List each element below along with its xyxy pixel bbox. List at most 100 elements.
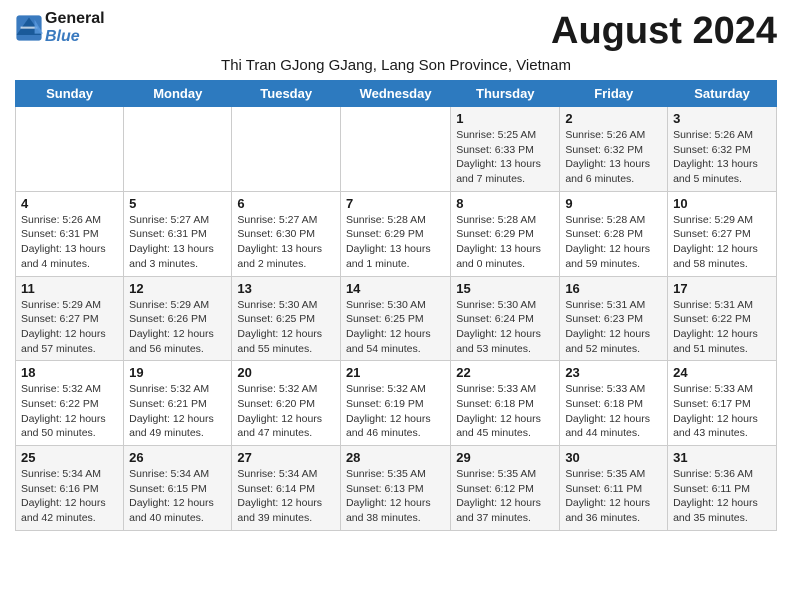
logo-icon <box>15 14 43 42</box>
calendar-cell: 21 Sunrise: 5:32 AMSunset: 6:19 PMDayligh… <box>340 361 450 446</box>
day-number: 8 <box>456 196 554 211</box>
week-row-3: 11Sunrise: 5:29 AMSunset: 6:27 PMDayligh… <box>16 276 777 361</box>
day-info: Sunrise: 5:25 AMSunset: 6:33 PMDaylight:… <box>456 128 554 187</box>
weekday-header-row: SundayMondayTuesdayWednesdayThursdayFrid… <box>16 81 777 107</box>
calendar-cell: 26 Sunrise: 5:34 AMSunset: 6:15 PMDayligh… <box>124 446 232 531</box>
day-info: Sunrise: 5:33 AMSunset: 6:17 PMDaylight:… <box>673 382 771 441</box>
month-title: August 2024 <box>551 10 777 53</box>
page-container: General Blue August 2024 Thi Tran GJong … <box>15 10 777 531</box>
calendar-cell: 29 Sunrise: 5:35 AMSunset: 6:12 PMDayligh… <box>451 446 560 531</box>
day-info: Sunrise: 5:26 AMSunset: 6:32 PMDaylight:… <box>673 128 771 187</box>
day-info: Sunrise: 5:31 AMSunset: 6:22 PMDaylight:… <box>673 298 771 357</box>
day-number: 12 <box>129 281 226 296</box>
day-info: Sunrise: 5:33 AMSunset: 6:18 PMDaylight:… <box>565 382 662 441</box>
day-info: Sunrise: 5:28 AMSunset: 6:29 PMDaylight:… <box>346 213 445 272</box>
day-info: Sunrise: 5:36 AMSunset: 6:11 PMDaylight:… <box>673 467 771 526</box>
weekday-header-sunday: Sunday <box>16 81 124 107</box>
day-number: 21 <box>346 365 445 380</box>
day-number: 31 <box>673 450 771 465</box>
day-number: 20 <box>237 365 335 380</box>
day-info: Sunrise: 5:33 AMSunset: 6:18 PMDaylight:… <box>456 382 554 441</box>
calendar-cell: 14 Sunrise: 5:30 AMSunset: 6:25 PMDayligh… <box>340 276 450 361</box>
day-number: 26 <box>129 450 226 465</box>
logo-text: General Blue <box>45 10 105 45</box>
day-info: Sunrise: 5:29 AMSunset: 6:27 PMDaylight:… <box>673 213 771 272</box>
day-number: 7 <box>346 196 445 211</box>
weekday-header-monday: Monday <box>124 81 232 107</box>
day-info: Sunrise: 5:35 AMSunset: 6:13 PMDaylight:… <box>346 467 445 526</box>
day-number: 2 <box>565 111 662 126</box>
calendar-cell: 31 Sunrise: 5:36 AMSunset: 6:11 PMDayligh… <box>668 446 777 531</box>
calendar-cell: 28 Sunrise: 5:35 AMSunset: 6:13 PMDayligh… <box>340 446 450 531</box>
calendar-header: SundayMondayTuesdayWednesdayThursdayFrid… <box>16 81 777 107</box>
calendar-cell: 7 Sunrise: 5:28 AMSunset: 6:29 PMDaylight… <box>340 191 450 276</box>
calendar-cell: 12 Sunrise: 5:29 AMSunset: 6:26 PMDayligh… <box>124 276 232 361</box>
calendar-cell: 19 Sunrise: 5:32 AMSunset: 6:21 PMDayligh… <box>124 361 232 446</box>
calendar-cell: 13 Sunrise: 5:30 AMSunset: 6:25 PMDayligh… <box>232 276 341 361</box>
day-info: Sunrise: 5:28 AMSunset: 6:29 PMDaylight:… <box>456 213 554 272</box>
calendar-cell <box>340 107 450 192</box>
day-number: 13 <box>237 281 335 296</box>
day-info: Sunrise: 5:30 AMSunset: 6:25 PMDaylight:… <box>346 298 445 357</box>
day-info: Sunrise: 5:32 AMSunset: 6:19 PMDaylight:… <box>346 382 445 441</box>
day-number: 22 <box>456 365 554 380</box>
calendar-cell: 9Sunrise: 5:28 AMSunset: 6:28 PMDaylight… <box>560 191 668 276</box>
weekday-header-friday: Friday <box>560 81 668 107</box>
day-number: 1 <box>456 111 554 126</box>
weekday-header-wednesday: Wednesday <box>340 81 450 107</box>
day-info: Sunrise: 5:32 AMSunset: 6:22 PMDaylight:… <box>21 382 118 441</box>
day-info: Sunrise: 5:31 AMSunset: 6:23 PMDaylight:… <box>565 298 662 357</box>
calendar-cell: 4Sunrise: 5:26 AMSunset: 6:31 PMDaylight… <box>16 191 124 276</box>
day-info: Sunrise: 5:26 AMSunset: 6:31 PMDaylight:… <box>21 213 118 272</box>
calendar-cell: 22 Sunrise: 5:33 AMSunset: 6:18 PMDayligh… <box>451 361 560 446</box>
week-row-2: 4Sunrise: 5:26 AMSunset: 6:31 PMDaylight… <box>16 191 777 276</box>
day-number: 16 <box>565 281 662 296</box>
day-number: 14 <box>346 281 445 296</box>
week-row-4: 18 Sunrise: 5:32 AMSunset: 6:22 PMDayligh… <box>16 361 777 446</box>
calendar-cell: 20Sunrise: 5:32 AMSunset: 6:20 PMDayligh… <box>232 361 341 446</box>
day-number: 9 <box>565 196 662 211</box>
day-number: 27 <box>237 450 335 465</box>
calendar-cell: 25Sunrise: 5:34 AMSunset: 6:16 PMDayligh… <box>16 446 124 531</box>
day-number: 23 <box>565 365 662 380</box>
week-row-1: 1 Sunrise: 5:25 AMSunset: 6:33 PMDaylight… <box>16 107 777 192</box>
day-info: Sunrise: 5:34 AMSunset: 6:16 PMDaylight:… <box>21 467 118 526</box>
day-number: 19 <box>129 365 226 380</box>
calendar-cell: 17 Sunrise: 5:31 AMSunset: 6:22 PMDayligh… <box>668 276 777 361</box>
day-number: 29 <box>456 450 554 465</box>
calendar-cell <box>16 107 124 192</box>
day-number: 3 <box>673 111 771 126</box>
calendar-cell: 2 Sunrise: 5:26 AMSunset: 6:32 PMDaylight… <box>560 107 668 192</box>
day-info: Sunrise: 5:30 AMSunset: 6:25 PMDaylight:… <box>237 298 335 357</box>
calendar-cell: 6 Sunrise: 5:27 AMSunset: 6:30 PMDaylight… <box>232 191 341 276</box>
day-number: 6 <box>237 196 335 211</box>
day-info: Sunrise: 5:34 AMSunset: 6:14 PMDaylight:… <box>237 467 335 526</box>
day-number: 18 <box>21 365 118 380</box>
calendar-cell: 18 Sunrise: 5:32 AMSunset: 6:22 PMDayligh… <box>16 361 124 446</box>
calendar-cell: 16 Sunrise: 5:31 AMSunset: 6:23 PMDayligh… <box>560 276 668 361</box>
day-number: 30 <box>565 450 662 465</box>
calendar-cell: 23 Sunrise: 5:33 AMSunset: 6:18 PMDayligh… <box>560 361 668 446</box>
calendar-cell <box>124 107 232 192</box>
weekday-header-tuesday: Tuesday <box>232 81 341 107</box>
day-info: Sunrise: 5:27 AMSunset: 6:30 PMDaylight:… <box>237 213 335 272</box>
day-info: Sunrise: 5:34 AMSunset: 6:15 PMDaylight:… <box>129 467 226 526</box>
day-number: 15 <box>456 281 554 296</box>
day-info: Sunrise: 5:29 AMSunset: 6:26 PMDaylight:… <box>129 298 226 357</box>
day-number: 17 <box>673 281 771 296</box>
day-number: 28 <box>346 450 445 465</box>
logo-general: General <box>45 10 105 27</box>
day-info: Sunrise: 5:27 AMSunset: 6:31 PMDaylight:… <box>129 213 226 272</box>
day-info: Sunrise: 5:30 AMSunset: 6:24 PMDaylight:… <box>456 298 554 357</box>
day-info: Sunrise: 5:26 AMSunset: 6:32 PMDaylight:… <box>565 128 662 187</box>
day-info: Sunrise: 5:35 AMSunset: 6:12 PMDaylight:… <box>456 467 554 526</box>
calendar-body: 1 Sunrise: 5:25 AMSunset: 6:33 PMDaylight… <box>16 107 777 531</box>
calendar-cell: 11Sunrise: 5:29 AMSunset: 6:27 PMDayligh… <box>16 276 124 361</box>
day-number: 11 <box>21 281 118 296</box>
day-info: Sunrise: 5:32 AMSunset: 6:21 PMDaylight:… <box>129 382 226 441</box>
week-row-5: 25Sunrise: 5:34 AMSunset: 6:16 PMDayligh… <box>16 446 777 531</box>
logo-blue: Blue <box>45 28 80 45</box>
weekday-header-thursday: Thursday <box>451 81 560 107</box>
calendar-cell: 1 Sunrise: 5:25 AMSunset: 6:33 PMDaylight… <box>451 107 560 192</box>
logo-area: General Blue <box>15 10 105 45</box>
